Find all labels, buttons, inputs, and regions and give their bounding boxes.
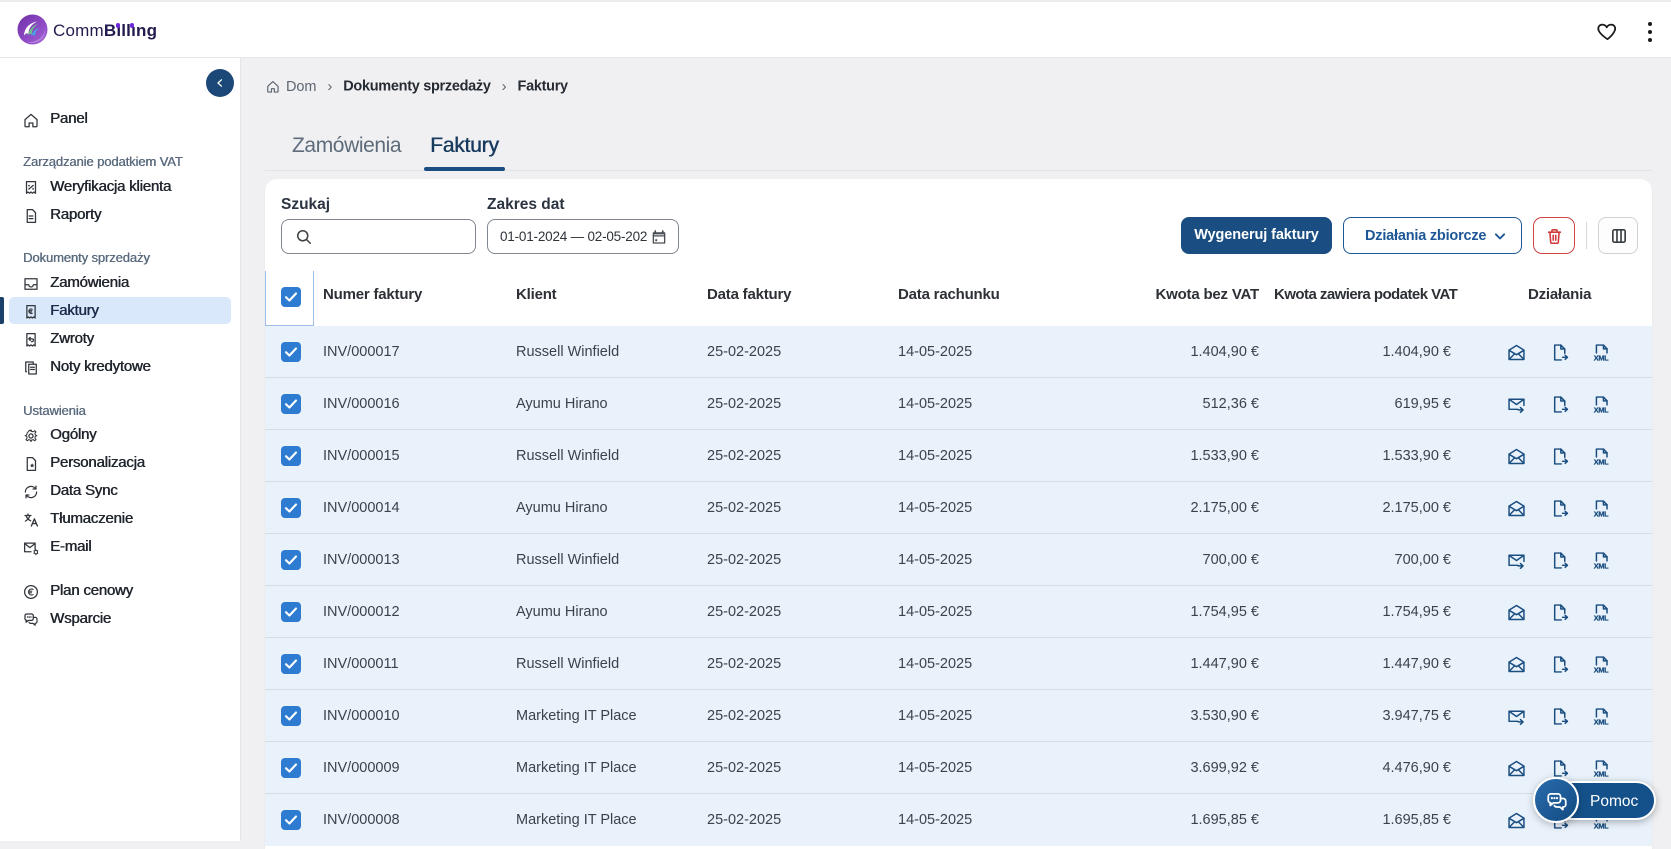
svg-text:XML: XML	[1594, 458, 1609, 467]
svg-text:XML: XML	[1594, 406, 1609, 415]
svg-text:XML: XML	[1594, 510, 1609, 519]
svg-text:XML: XML	[1594, 666, 1609, 675]
svg-text:XML: XML	[1594, 822, 1609, 831]
svg-text:XML: XML	[1594, 614, 1609, 623]
svg-text:XML: XML	[1594, 354, 1609, 363]
svg-text:XML: XML	[1594, 562, 1609, 571]
svg-text:XML: XML	[1594, 718, 1609, 727]
svg-text:XML: XML	[1594, 770, 1609, 779]
